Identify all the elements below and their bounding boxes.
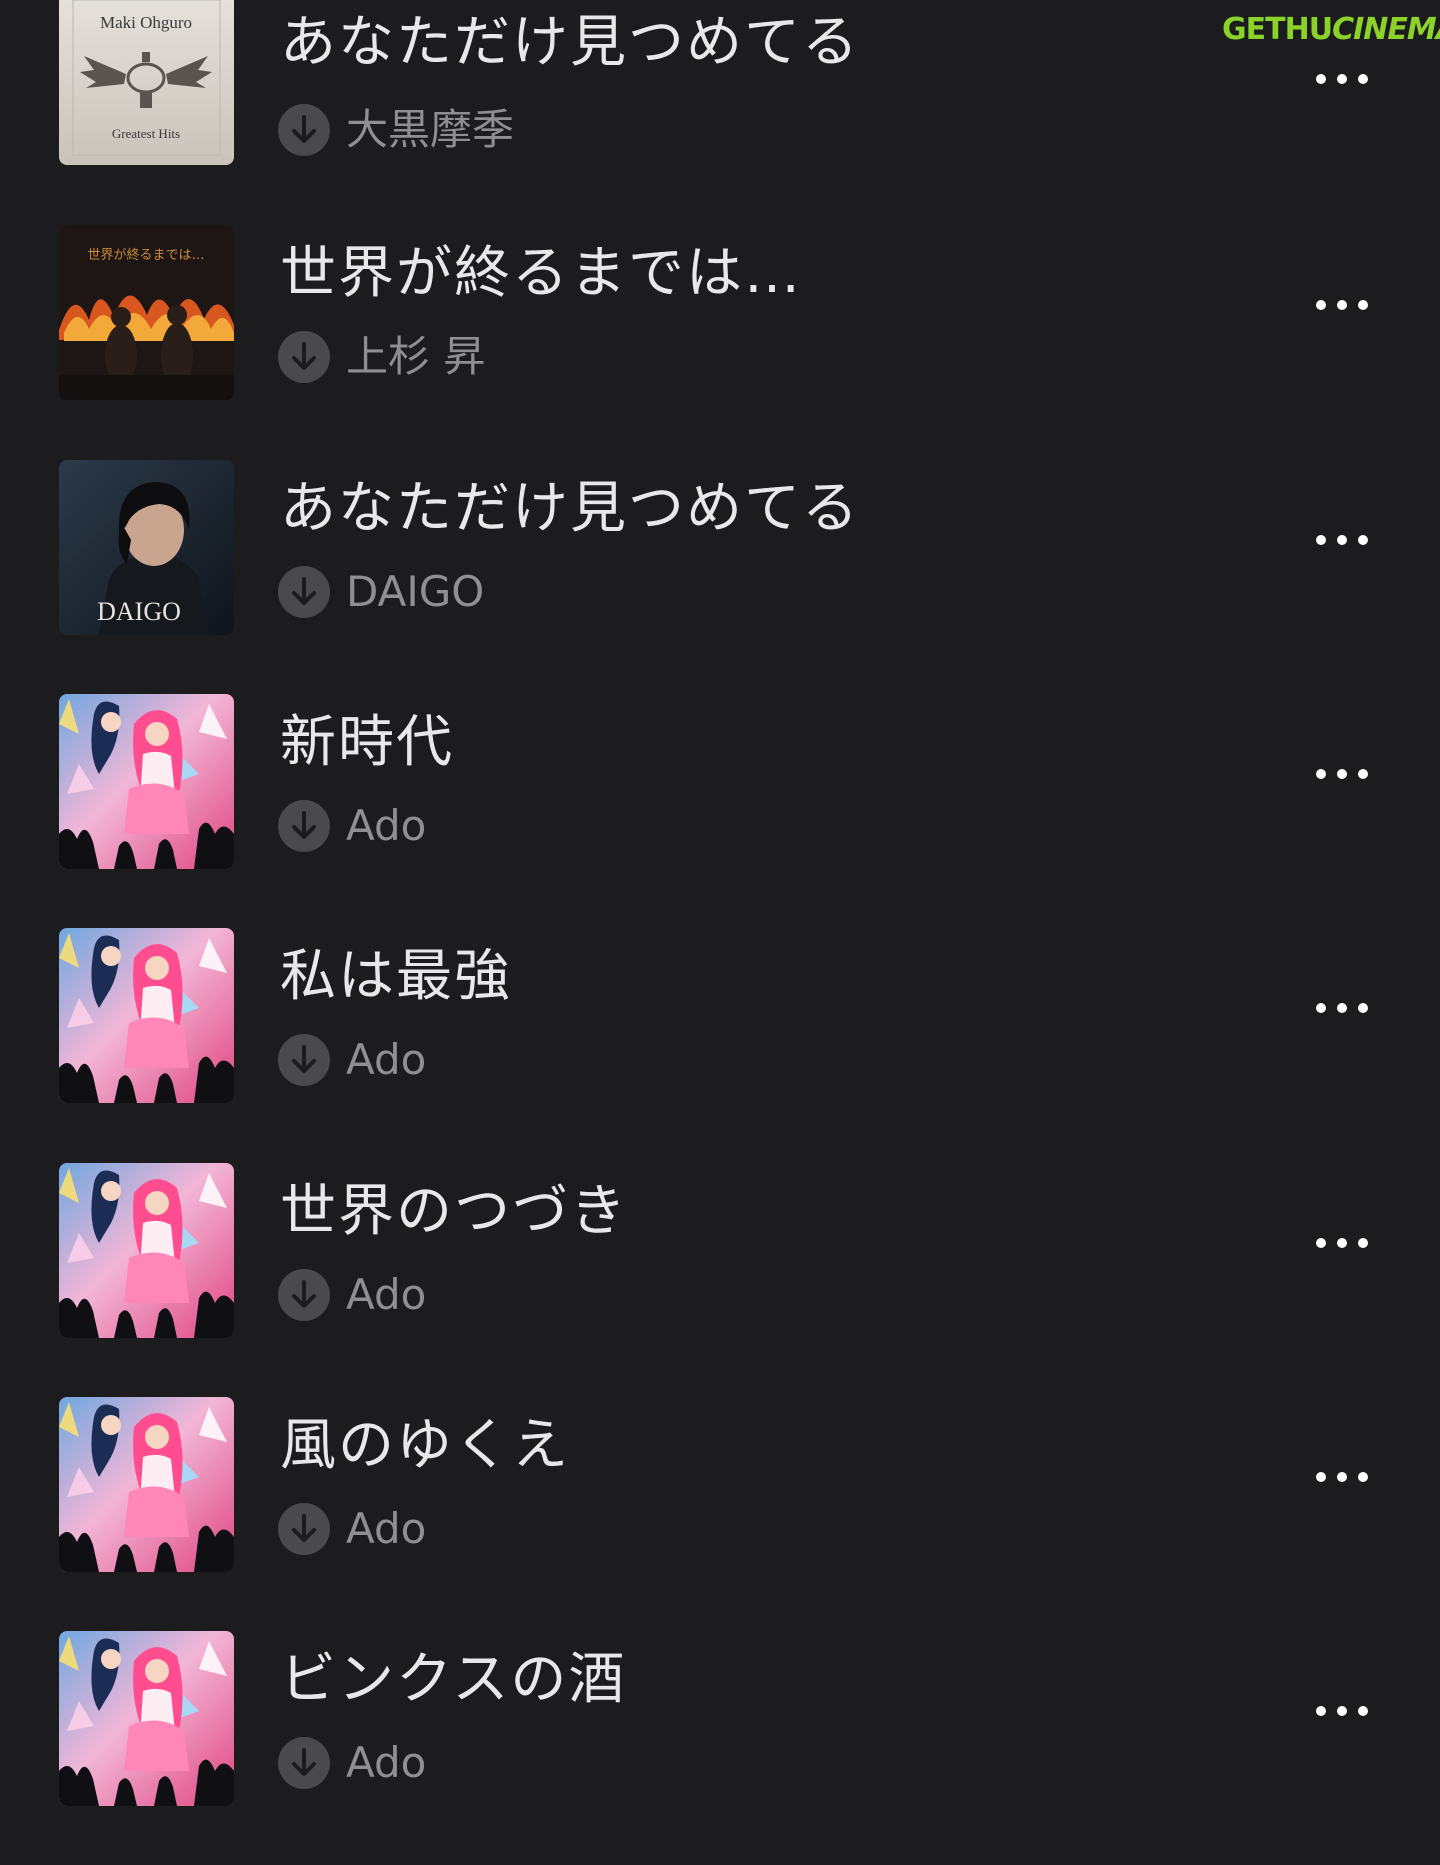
song-title: 新時代	[280, 710, 454, 775]
ellipsis-more-icon	[1316, 74, 1368, 84]
song-row[interactable]: 新時代 Ado	[0, 694, 1440, 928]
album-artwork[interactable]	[59, 1397, 234, 1572]
song-row[interactable]: 世界のつづき Ado	[0, 1163, 1440, 1397]
watermark-logo: GETHUCINEMA	[1222, 8, 1440, 52]
watermark-text-part2: CINEMA	[1332, 12, 1440, 47]
download-icon[interactable]	[278, 104, 330, 156]
song-row[interactable]: 世界が終るまでは… 世界が終るまでは… 上杉 昇	[0, 225, 1440, 459]
more-options-button[interactable]	[1300, 1223, 1380, 1263]
ellipsis-more-icon	[1316, 769, 1368, 779]
artist-name: 大黒摩季	[346, 105, 515, 154]
song-title: 世界が終るまでは…	[280, 241, 802, 306]
watermark-text-part1: GETHU	[1222, 12, 1333, 47]
download-icon[interactable]	[278, 566, 330, 618]
artist-name: Ado	[346, 1270, 427, 1319]
song-title: ビンクスの酒	[280, 1647, 627, 1712]
artwork-uta-anime	[59, 1631, 234, 1806]
more-options-button[interactable]	[1300, 520, 1380, 560]
artwork-text-1: Maki Ohguro	[100, 13, 192, 32]
more-options-button[interactable]	[1300, 1691, 1380, 1731]
song-row[interactable]: ビンクスの酒 Ado	[0, 1631, 1440, 1865]
artist-name: Ado	[346, 1504, 427, 1553]
download-icon[interactable]	[278, 1503, 330, 1555]
more-options-button[interactable]	[1300, 59, 1380, 99]
ellipsis-more-icon	[1316, 1238, 1368, 1248]
song-title: 風のゆくえ	[280, 1413, 570, 1478]
artwork-sekai-ga-owaru: 世界が終るまでは…	[59, 225, 234, 400]
more-options-button[interactable]	[1300, 754, 1380, 794]
album-artwork[interactable]	[59, 1163, 234, 1338]
artist-name: DAIGO	[346, 567, 485, 616]
album-artwork[interactable]: Maki Ohguro Greatest Hits	[59, 0, 234, 165]
ellipsis-more-icon	[1316, 1003, 1368, 1013]
song-row[interactable]: 風のゆくえ Ado	[0, 1397, 1440, 1631]
ellipsis-more-icon	[1316, 1706, 1368, 1716]
more-options-button[interactable]	[1300, 285, 1380, 325]
artwork-text-1: DAIGO	[97, 597, 181, 626]
album-artwork[interactable]	[59, 694, 234, 869]
download-icon[interactable]	[278, 331, 330, 383]
ellipsis-more-icon	[1316, 1472, 1368, 1482]
artist-name: Ado	[346, 1035, 427, 1084]
more-options-button[interactable]	[1300, 988, 1380, 1028]
album-artwork[interactable]: DAIGO	[59, 460, 234, 635]
download-icon[interactable]	[278, 1737, 330, 1789]
download-icon[interactable]	[278, 800, 330, 852]
artwork-maki-ohguro: Maki Ohguro Greatest Hits	[59, 0, 234, 165]
song-title: 私は最強	[280, 944, 512, 1009]
artwork-uta-anime	[59, 694, 234, 869]
song-list: Maki Ohguro Greatest Hits あなただけ見つめてる 大黒摩…	[0, 0, 1440, 1806]
more-options-button[interactable]	[1300, 1457, 1380, 1497]
artwork-daigo: DAIGO	[59, 460, 234, 635]
artwork-uta-anime	[59, 1397, 234, 1572]
song-title: あなただけ見つめてる	[280, 10, 860, 75]
artwork-uta-anime	[59, 1163, 234, 1338]
artist-name: Ado	[346, 1738, 427, 1787]
album-artwork[interactable]: 世界が終るまでは…	[59, 225, 234, 400]
artwork-text-1: 世界が終るまでは…	[87, 247, 204, 263]
artwork-uta-anime	[59, 928, 234, 1103]
album-artwork[interactable]	[59, 1631, 234, 1806]
download-icon[interactable]	[278, 1269, 330, 1321]
song-title: あなただけ見つめてる	[280, 476, 860, 541]
artist-name: 上杉 昇	[346, 332, 486, 381]
album-artwork[interactable]	[59, 928, 234, 1103]
ellipsis-more-icon	[1316, 535, 1368, 545]
song-row[interactable]: DAIGO あなただけ見つめてる DAIGO	[0, 460, 1440, 694]
song-row[interactable]: 私は最強 Ado	[0, 928, 1440, 1162]
artist-name: Ado	[346, 801, 427, 850]
ellipsis-more-icon	[1316, 300, 1368, 310]
song-title: 世界のつづき	[280, 1179, 628, 1244]
download-icon[interactable]	[278, 1034, 330, 1086]
artwork-text-2: Greatest Hits	[112, 126, 180, 141]
